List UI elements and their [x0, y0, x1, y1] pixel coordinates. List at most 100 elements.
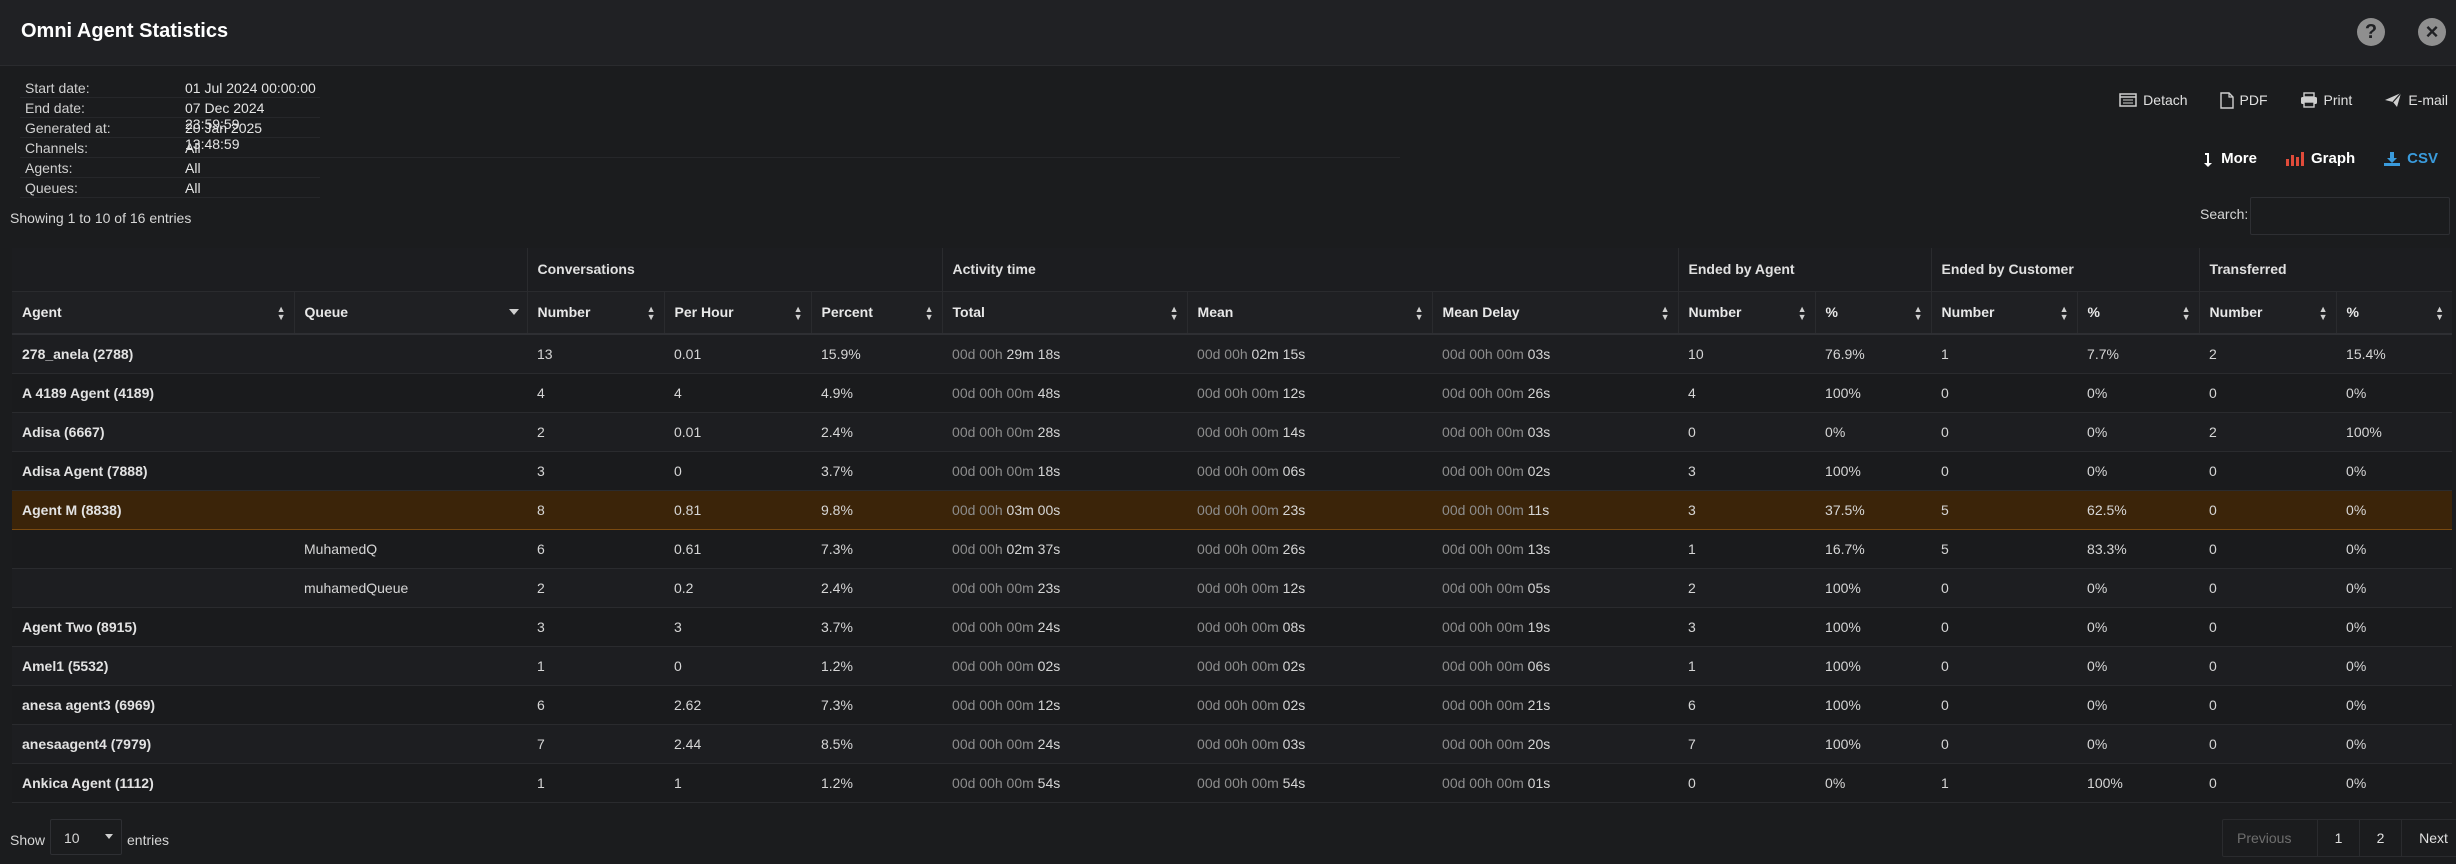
agent-name-cell: A 4189 Agent (4189) — [12, 373, 294, 413]
table-row[interactable]: anesa agent3 (6969) 6 2.62 7.3% 00d 00h 00m … — [12, 685, 2453, 725]
per-hour-cell: 0.2 — [664, 568, 811, 608]
transferred-number-cell: 2 — [2199, 412, 2337, 452]
time-value: 21s — [1527, 696, 1551, 713]
col-eba-percent[interactable]: % ▲ ▼ — [1814, 291, 1932, 335]
time-prefix: 00d 00h 00m — [1442, 618, 1528, 635]
ended-by-customer-number-cell: 0 — [1931, 607, 2078, 647]
table-row[interactable]: A 4189 Agent (4189) 4 4 4.9% 00d 00h 00m 48s… — [12, 373, 2453, 413]
col-queue[interactable]: Queue — [293, 291, 527, 335]
time-prefix: 00d 00h 00m — [1197, 657, 1283, 674]
agent-name-cell: Agent M (8838) — [12, 489, 294, 530]
meta-row: Agents: All — [20, 158, 320, 178]
page-button-2[interactable]: 2 — [2359, 820, 2401, 856]
detach-button[interactable]: Detach — [2119, 88, 2188, 112]
time-prefix: 00d 00h — [952, 501, 1007, 518]
total-time-cell: 00d 00h 00m 54s — [942, 763, 1188, 803]
more-button[interactable]: More — [2203, 150, 2257, 167]
col-percent[interactable]: Percent ▲ ▼ — [810, 291, 943, 335]
transferred-percent-cell: 0% — [2336, 451, 2453, 491]
pdf-button[interactable]: PDF — [2219, 88, 2268, 112]
ended-by-agent-percent-cell: 100% — [1815, 646, 1932, 686]
time-value: 20s — [1527, 735, 1551, 752]
col-mean-delay[interactable]: Mean Delay ▲ ▼ — [1431, 291, 1679, 335]
mean-delay-cell: 00d 00h 00m 03s — [1432, 334, 1679, 374]
col-eba-number[interactable]: Number ▲ ▼ — [1677, 291, 1816, 335]
ended-by-agent-number-cell: 10 — [1678, 334, 1816, 374]
sort-icon: ▲ ▼ — [793, 303, 803, 322]
col-ebc-number[interactable]: Number ▲ ▼ — [1930, 291, 2078, 335]
window-icon — [2119, 93, 2137, 107]
col-agent[interactable]: Agent ▲ ▼ — [12, 291, 294, 335]
table-row[interactable]: MuhamedQ 6 0.61 7.3% 00d 00h 02m 37s 00d 00h … — [12, 529, 2453, 569]
queue-cell — [294, 373, 527, 413]
pdf-file-icon — [2219, 91, 2234, 109]
mean-time-cell: 00d 00h 00m 23s — [1187, 489, 1433, 530]
queue-cell: muhamedQueue — [294, 568, 527, 608]
help-icon[interactable]: ? — [2357, 18, 2385, 46]
page-button-1[interactable]: 1 — [2317, 820, 2359, 856]
table-row[interactable]: anesaagent4 (7979) 7 2.44 8.5% 00d 00h 00m 2… — [12, 724, 2453, 764]
time-prefix: 00d 00h 00m — [1442, 462, 1528, 479]
table-row[interactable]: 278_anela (2788) 13 0.01 15.9% 00d 00h 29m 1… — [12, 334, 2453, 374]
percent-cell: 3.7% — [811, 607, 943, 647]
ended-by-customer-percent-cell: 0% — [2077, 412, 2200, 452]
conversations-number-cell: 1 — [527, 646, 664, 686]
conversations-number-cell: 3 — [527, 607, 664, 647]
table-row[interactable]: muhamedQueue 2 0.2 2.4% 00d 00h 00m 23s 00d 0… — [12, 568, 2453, 608]
transferred-number-cell: 0 — [2199, 529, 2337, 569]
page-length-select[interactable]: 10 — [50, 819, 122, 855]
time-prefix: 00d 00h 00m — [1197, 540, 1283, 557]
time-prefix: 00d 00h 00m — [1442, 345, 1528, 362]
col-number[interactable]: Number ▲ ▼ — [526, 291, 664, 335]
col-tr-number[interactable]: Number ▲ ▼ — [2198, 291, 2337, 335]
sort-icon: ▲ ▼ — [2318, 303, 2328, 322]
col-per-hour[interactable]: Per Hour ▲ ▼ — [663, 291, 811, 335]
transferred-percent-cell: 0% — [2336, 529, 2453, 569]
per-hour-cell: 3 — [664, 607, 811, 647]
time-value: 24s — [1037, 618, 1061, 635]
transferred-percent-cell: 0% — [2336, 685, 2453, 725]
table-row[interactable]: Ankica Agent (1112) 1 1 1.2% 00d 00h 00m 54s… — [12, 763, 2453, 803]
ended-by-customer-number-cell: 0 — [1931, 373, 2078, 413]
time-prefix: 00d 00h 00m — [952, 657, 1038, 674]
previous-page-button[interactable]: Previous — [2223, 820, 2317, 856]
time-prefix: 00d 00h 00m — [1197, 579, 1283, 596]
col-mean[interactable]: Mean ▲ ▼ — [1186, 291, 1433, 335]
col-agent-label: Agent — [22, 304, 62, 321]
table-row[interactable]: Adisa (6667) 2 0.01 2.4% 00d 00h 00m 28s 00d … — [12, 412, 2453, 452]
graph-button[interactable]: Graph — [2285, 150, 2355, 167]
search-input[interactable] — [2250, 197, 2450, 235]
print-button[interactable]: Print — [2300, 88, 2352, 112]
col-total[interactable]: Total ▲ ▼ — [941, 291, 1188, 335]
col-tr-percent[interactable]: % ▲ ▼ — [2335, 291, 2453, 335]
table-row[interactable]: Agent M (8838) 8 0.81 9.8% 00d 00h 03m 00s 00… — [12, 489, 2453, 530]
time-prefix: 00d 00h 00m — [1197, 423, 1283, 440]
ended-by-agent-number-cell: 4 — [1678, 373, 1816, 413]
csv-button[interactable]: CSV — [2383, 150, 2438, 167]
meta-label: Channels: — [25, 140, 89, 156]
agent-name-cell: Agent Two (8915) — [12, 607, 294, 647]
mean-time-cell: 00d 00h 00m 14s — [1187, 412, 1433, 452]
time-value: 19s — [1527, 618, 1551, 635]
time-value: 29m 18s — [1006, 345, 1061, 362]
table-row[interactable]: Amel1 (5532) 1 0 1.2% 00d 00h 00m 02s 00d 00h… — [12, 646, 2453, 686]
group-empty — [12, 248, 527, 292]
next-page-button[interactable]: Next — [2401, 820, 2456, 856]
paper-plane-icon — [2385, 92, 2402, 107]
total-time-cell: 00d 00h 00m 28s — [942, 412, 1188, 452]
queue-cell — [294, 451, 527, 491]
conversations-number-cell: 2 — [527, 412, 664, 452]
table-row[interactable]: Agent Two (8915) 3 3 3.7% 00d 00h 00m 24s 00d… — [12, 607, 2453, 647]
col-ebc-percent[interactable]: % ▲ ▼ — [2076, 291, 2200, 335]
email-button[interactable]: E-mail — [2384, 88, 2448, 112]
agent-name-cell: anesaagent4 (7979) — [12, 724, 294, 764]
per-hour-cell: 0.81 — [664, 489, 811, 530]
time-prefix: 00d 00h 00m — [1442, 540, 1528, 557]
queue-cell — [294, 646, 527, 686]
ended-by-agent-percent-cell: 100% — [1815, 568, 1932, 608]
table-row[interactable]: Adisa Agent (7888) 3 0 3.7% 00d 00h 00m 18s 0… — [12, 451, 2453, 491]
time-value: 03m 00s — [1006, 501, 1061, 518]
per-hour-cell: 1 — [664, 763, 811, 803]
close-icon[interactable]: × — [2418, 18, 2446, 46]
ended-by-agent-percent-cell: 100% — [1815, 685, 1932, 725]
